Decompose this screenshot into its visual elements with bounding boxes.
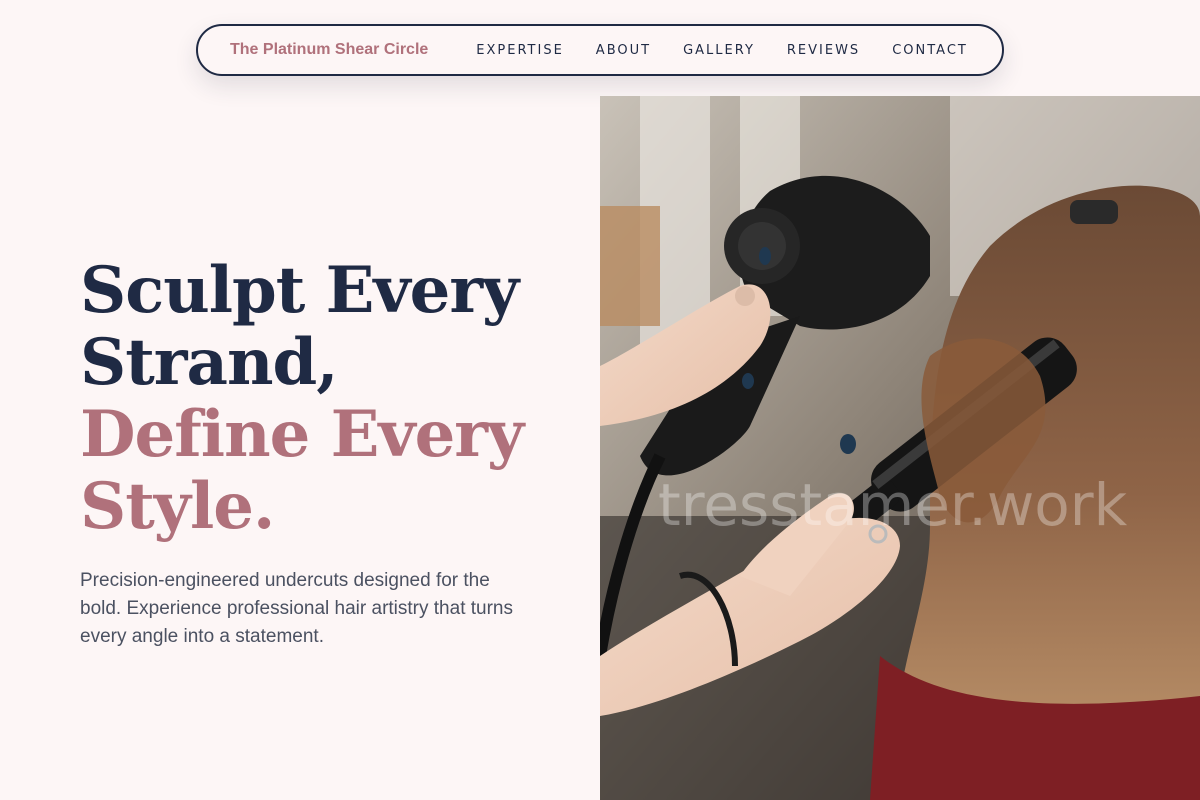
hero-text: Sculpt Every Strand, Define Every Style.… <box>80 255 550 651</box>
hero-photo-illustration <box>600 96 1200 800</box>
top-nav: The Platinum Shear Circle EXPERTISE ABOU… <box>196 24 1004 76</box>
headline-line-4: Style. <box>80 469 275 544</box>
nav-links: EXPERTISE ABOUT GALLERY REVIEWS CONTACT <box>476 43 968 58</box>
nav-link-gallery[interactable]: GALLERY <box>683 43 755 58</box>
nav-link-reviews[interactable]: REVIEWS <box>787 43 860 58</box>
nav-link-expertise[interactable]: EXPERTISE <box>476 43 564 58</box>
brand-logo-link[interactable]: The Platinum Shear Circle <box>230 41 428 59</box>
hero-photo-hair-styling: tresstamer.work <box>600 96 1200 800</box>
image-watermark: tresstamer.work <box>658 471 1128 539</box>
hero-headline: Sculpt Every Strand, Define Every Style. <box>80 255 550 543</box>
nav-link-about[interactable]: ABOUT <box>596 43 651 58</box>
headline-line-2: Strand, <box>80 325 339 400</box>
hero-subtext: Precision-engineered undercuts designed … <box>80 570 513 647</box>
page: The Platinum Shear Circle EXPERTISE ABOU… <box>0 0 1200 800</box>
nav-link-contact[interactable]: CONTACT <box>892 43 968 58</box>
headline-line-3: Define Every <box>80 397 524 472</box>
headline-line-1: Sculpt Every <box>80 253 519 328</box>
